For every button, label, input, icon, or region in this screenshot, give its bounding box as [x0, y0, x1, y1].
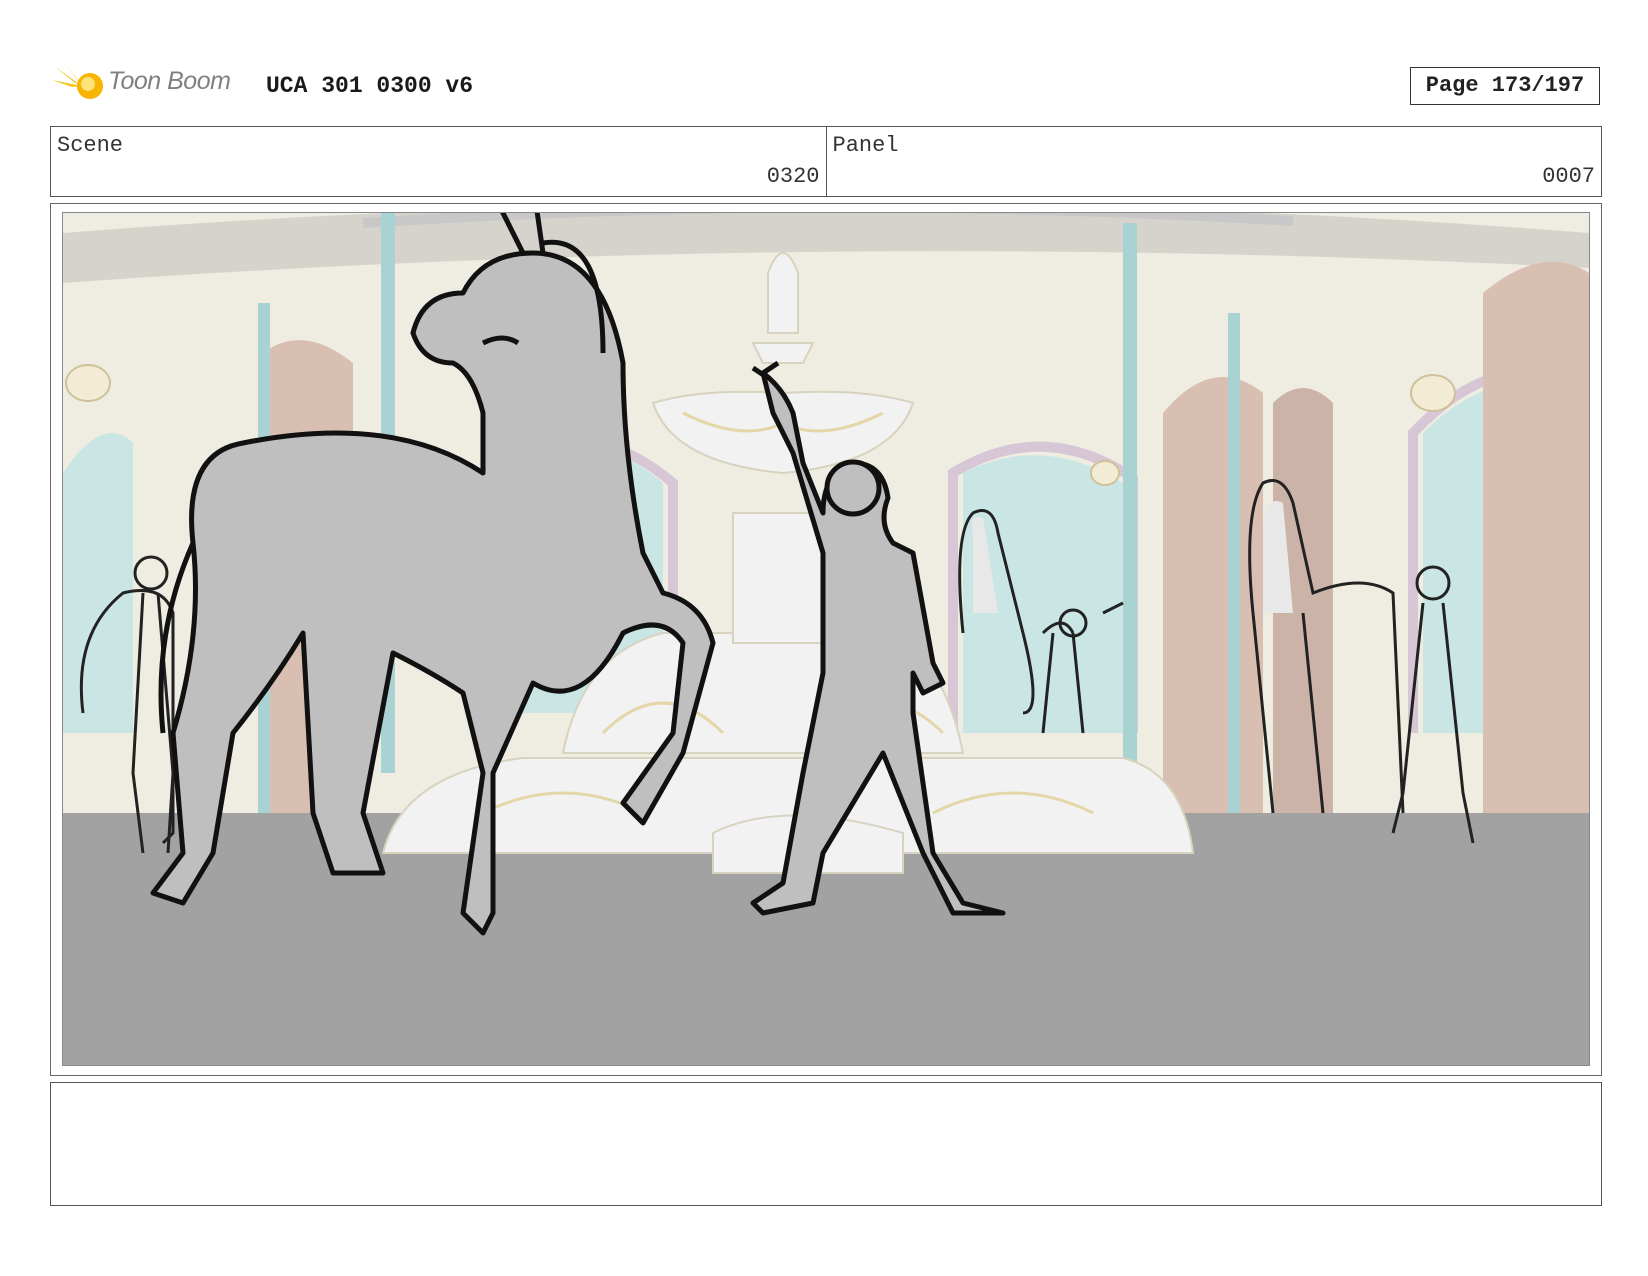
scene-number: 0320 — [766, 164, 820, 189]
storyboard-panel-frame — [50, 203, 1602, 1076]
column-3 — [1123, 223, 1137, 783]
scene-cell: Scene 0320 — [51, 127, 826, 196]
panel-cell: Panel 0007 — [825, 127, 1602, 196]
door-right — [1163, 377, 1263, 813]
scene-illustration — [63, 213, 1589, 1065]
sun-burst-icon — [52, 62, 103, 110]
toon-boom-logo: Toon Boom — [52, 60, 252, 112]
logo-wordmark: Toon Boom — [108, 67, 231, 95]
panel-number: 0007 — [1542, 164, 1595, 189]
storyboard-panel-image — [62, 212, 1590, 1066]
scene-label: Scene — [57, 133, 124, 158]
document-title: UCA 301 0300 v6 — [266, 73, 474, 99]
lamp-left — [65, 364, 111, 402]
door-far-right — [1483, 261, 1589, 833]
window-left — [63, 433, 133, 733]
column-4 — [1228, 313, 1240, 813]
panel-label: Panel — [832, 133, 899, 158]
lamp-center — [1090, 460, 1120, 486]
lamp-right — [1410, 374, 1456, 412]
scene-panel-info-row: Scene 0320 Panel 0007 — [50, 126, 1602, 197]
panel-notes-box — [50, 1082, 1602, 1206]
page-number-badge: Page 173/197 — [1410, 67, 1600, 105]
